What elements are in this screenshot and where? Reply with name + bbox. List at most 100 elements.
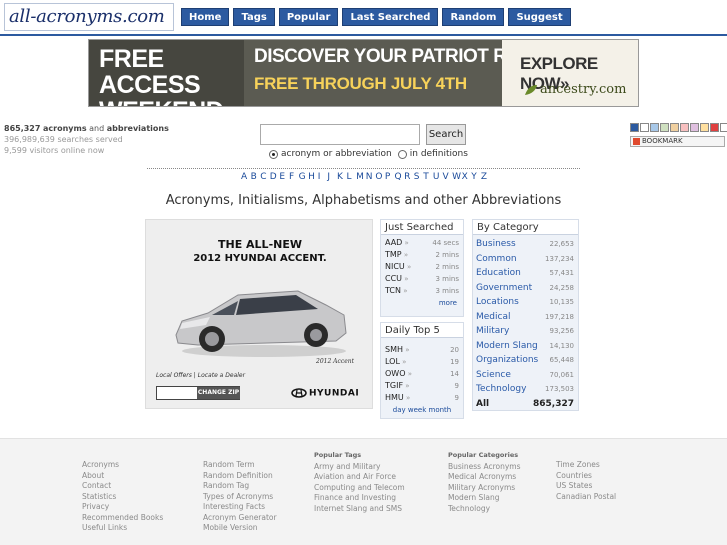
category-row[interactable]: Military 93,256 [473,324,578,339]
list-item[interactable]: NICU 2 mins [381,261,463,273]
color-swatch[interactable] [710,123,719,132]
list-item[interactable]: TGIF 9 [381,380,463,392]
color-swatch[interactable] [700,123,709,132]
category-link[interactable]: Medical [476,310,510,325]
letter-link[interactable]: B [251,172,261,182]
letter-link[interactable]: F [289,172,299,182]
color-swatch[interactable] [680,123,689,132]
category-row[interactable]: Locations 10,135 [473,295,578,310]
footer-link[interactable]: Internet Slang and SMS [314,504,405,515]
acronym-link[interactable]: SMH [385,344,410,356]
color-swatch[interactable] [670,123,679,132]
nav-tags-button[interactable]: Tags [233,8,275,26]
color-swatch[interactable] [640,123,649,132]
color-swatch[interactable] [720,123,727,132]
footer-link[interactable]: Acronyms [82,460,163,471]
footer-link[interactable]: Computing and Telecom [314,483,405,494]
category-total-row[interactable]: All 865,327 [473,397,578,412]
nav-random-button[interactable]: Random [442,8,505,26]
footer-link[interactable]: Time Zones [556,460,616,471]
footer-link[interactable]: Technology [448,504,521,515]
letter-link[interactable]: H [308,172,318,182]
acronym-link[interactable]: TGIF [385,380,410,392]
category-link[interactable]: Government [476,281,532,296]
change-zip-button[interactable]: CHANGE ZIP [197,387,240,399]
letter-link[interactable]: E [279,172,289,182]
category-row[interactable]: Medical 197,218 [473,310,578,325]
footer-link[interactable]: Countries [556,471,616,482]
footer-link[interactable]: Aviation and Air Force [314,472,405,483]
banner-ad[interactable]: FREE ACCESS WEEKEND DISCOVER YOUR PATRIO… [88,39,639,107]
category-link[interactable]: Education [476,266,521,281]
bookmark-button[interactable]: BOOKMARK [630,136,725,147]
acronym-link[interactable]: AAD [385,237,409,249]
footer-link[interactable]: Acronym Generator [203,513,277,524]
list-item[interactable]: TMP 2 mins [381,249,463,261]
footer-link[interactable]: Recommended Books [82,513,163,524]
category-row[interactable]: Business 22,653 [473,237,578,252]
letter-link[interactable]: G [299,172,309,182]
list-item[interactable]: SMH 20 [381,344,463,356]
footer-link[interactable]: Army and Military [314,462,405,473]
letter-link[interactable]: C [260,172,270,182]
letter-link[interactable]: A [241,172,251,182]
letter-link[interactable]: T [423,172,433,182]
acronym-link[interactable]: CCU [385,273,409,285]
letter-link[interactable]: Q [395,172,405,182]
car-ad-links[interactable]: Local Offers | Locate a Dealer [156,372,245,379]
acronym-link[interactable]: NICU [385,261,411,273]
footer-link[interactable]: Random Term [203,460,277,471]
category-link[interactable]: Military [476,324,509,339]
letter-link[interactable]: K [337,172,347,182]
list-item[interactable]: OWO 14 [381,368,463,380]
footer-link[interactable]: Military Acronyms [448,483,521,494]
letter-link[interactable]: Z [481,172,491,182]
site-logo[interactable]: all-acronyms.com [4,3,174,31]
nav-suggest-button[interactable]: Suggest [508,8,571,26]
footer-link[interactable]: US States [556,481,616,492]
footer-link[interactable]: Types of Acronyms [203,492,277,503]
letter-link[interactable]: J [327,172,337,182]
footer-link[interactable]: Canadian Postal [556,492,616,503]
footer-link[interactable]: Statistics [82,492,163,503]
footer-link[interactable]: Finance and Investing [314,493,405,504]
footer-link[interactable]: Random Definition [203,471,277,482]
letter-link[interactable]: L [347,172,357,182]
radio-acronym[interactable] [269,149,278,159]
category-link[interactable]: Technology [476,382,526,397]
category-row[interactable]: Technology 173,503 [473,382,578,397]
letter-link[interactable]: W [452,172,462,182]
category-all-link[interactable]: All [476,397,489,412]
footer-link[interactable]: About [82,471,163,482]
category-row[interactable]: Modern Slang 14,130 [473,339,578,354]
acronym-link[interactable]: LOL [385,356,406,368]
footer-link[interactable]: Modern Slang [448,493,521,504]
acronym-link[interactable]: TCN [385,285,408,297]
category-row[interactable]: Science 70,061 [473,368,578,383]
category-row[interactable]: Organizations 65,448 [473,353,578,368]
nav-last-searched-button[interactable]: Last Searched [342,8,439,26]
footer-link[interactable]: Interesting Facts [203,502,277,513]
letter-link[interactable]: N [366,172,376,182]
car-ad[interactable]: THE ALL-NEW 2012 HYUNDAI ACCENT. 2012 Ac… [145,219,373,409]
letter-link[interactable]: S [414,172,424,182]
letter-link[interactable]: D [270,172,280,182]
category-row[interactable]: Education 57,431 [473,266,578,281]
letter-link[interactable]: I [318,172,328,182]
search-button[interactable]: Search [426,124,466,145]
list-item[interactable]: CCU 3 mins [381,273,463,285]
radio-definitions[interactable] [397,149,407,159]
category-row[interactable]: Government 24,258 [473,281,578,296]
category-link[interactable]: Organizations [476,353,538,368]
color-swatch[interactable] [630,123,639,132]
footer-link[interactable]: Random Tag [203,481,277,492]
letter-link[interactable]: O [375,172,385,182]
letter-link[interactable]: X [462,172,472,182]
footer-link[interactable]: Business Acronyms [448,462,521,473]
nav-home-button[interactable]: Home [181,8,230,26]
letter-link[interactable]: R [404,172,414,182]
color-swatch[interactable] [660,123,669,132]
letter-link[interactable]: V [442,172,452,182]
category-link[interactable]: Common [476,252,517,267]
color-swatch[interactable] [650,123,659,132]
